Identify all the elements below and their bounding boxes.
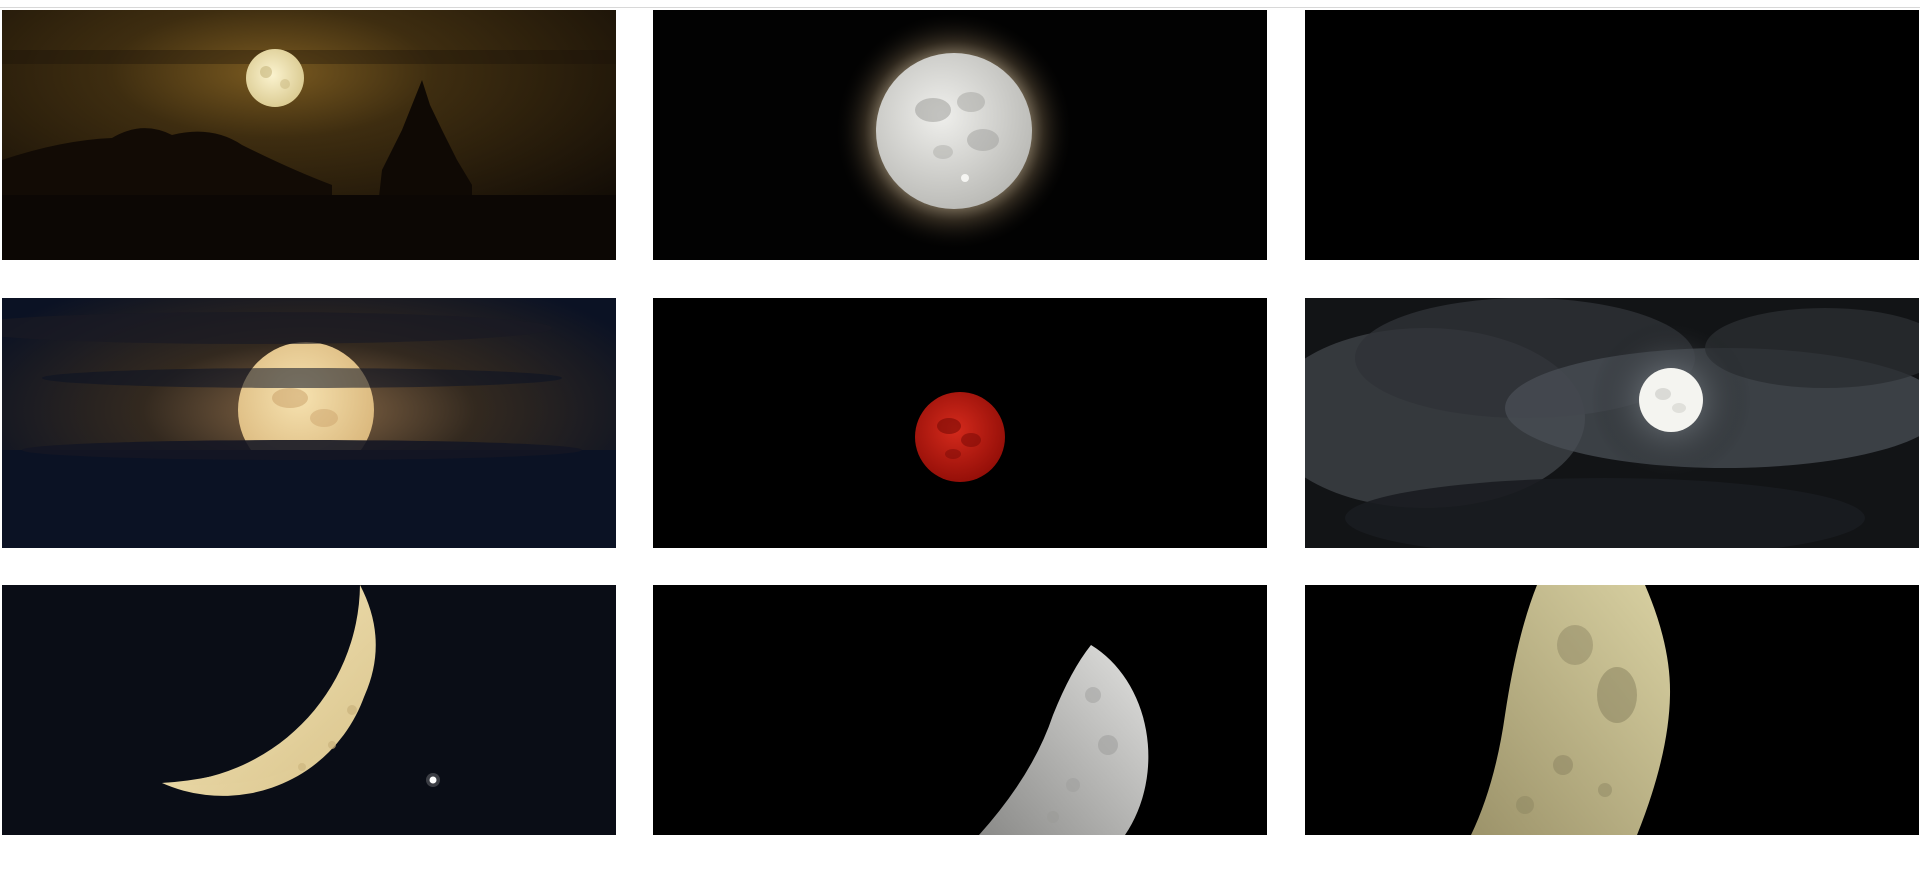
gallery-tile-waxing-gibbous-closeup[interactable] bbox=[1305, 585, 1919, 835]
image-gallery bbox=[0, 0, 1920, 878]
gallery-tile-crescent-moon[interactable] bbox=[1305, 10, 1919, 260]
gallery-tile-moon-in-clouds[interactable] bbox=[1305, 298, 1919, 548]
moon-in-clouds-image bbox=[1305, 298, 1919, 548]
gallery-tile-full-moon-halo[interactable] bbox=[653, 10, 1267, 260]
crescent-moon-with-planet-image bbox=[2, 585, 616, 835]
blood-moon-image bbox=[653, 298, 1267, 548]
full-moon-halo-image bbox=[653, 10, 1267, 260]
moonrise-behind-clouds-image bbox=[2, 298, 616, 548]
gallery-tile-crescent-moon-with-planet[interactable] bbox=[2, 585, 616, 835]
top-divider bbox=[0, 7, 1920, 8]
gallery-tile-blood-moon[interactable] bbox=[653, 298, 1267, 548]
gallery-tile-full-moon-over-trees[interactable] bbox=[2, 10, 616, 260]
crescent-moon-image bbox=[1305, 10, 1919, 260]
gallery-tile-moonrise-behind-clouds[interactable] bbox=[2, 298, 616, 548]
waxing-gibbous-closeup-image bbox=[1305, 585, 1919, 835]
full-moon-over-trees-image bbox=[2, 10, 616, 260]
gallery-tile-half-moon-detail[interactable] bbox=[653, 585, 1267, 835]
half-moon-detail-image bbox=[653, 585, 1267, 835]
